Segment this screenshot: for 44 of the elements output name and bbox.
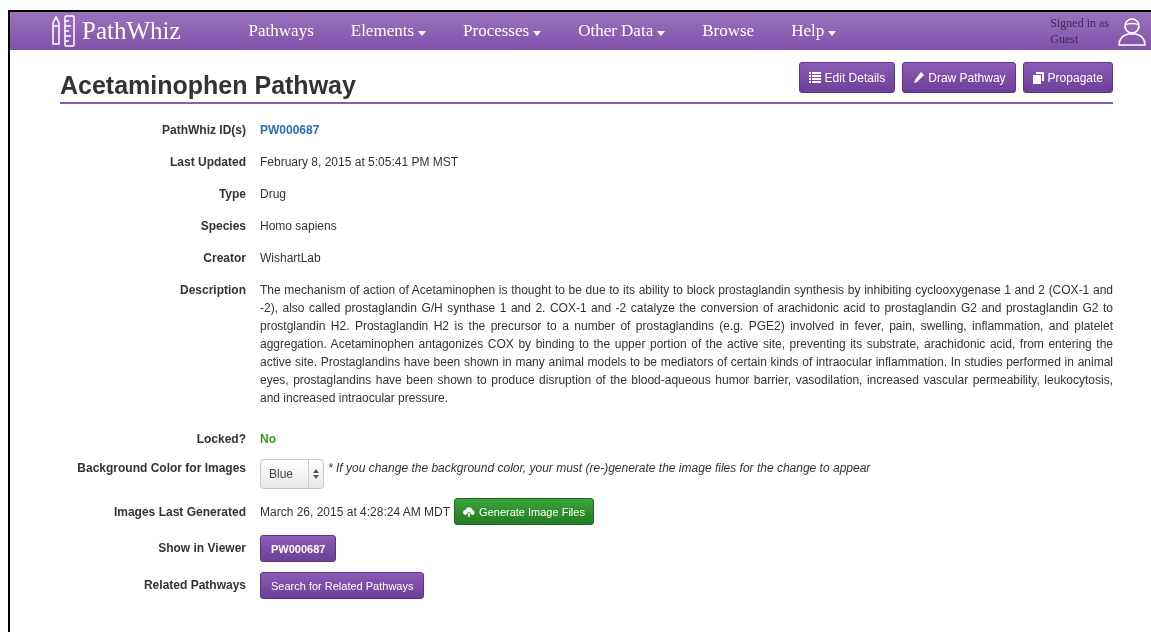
- color-select[interactable]: Blue: [260, 459, 324, 489]
- detail-label: Images Last Generated: [113, 504, 246, 521]
- locked-status: No: [260, 432, 276, 446]
- brand-name[interactable]: PathWhiz: [82, 12, 181, 50]
- action-button[interactable]: Edit Details: [798, 62, 896, 93]
- updown-arrow-icon: [313, 469, 319, 479]
- copy-icon: [1032, 71, 1044, 84]
- list-icon: [808, 72, 821, 83]
- nav-menu-item[interactable]: Help: [791, 18, 837, 44]
- user-name: Guest: [1050, 31, 1080, 47]
- pencil-icon: [912, 71, 925, 84]
- related-pathways-button[interactable]: Search for Related Pathways: [260, 572, 425, 599]
- pencil-ruler-icon: [50, 15, 78, 47]
- description-text: The mechanism of action of Acetaminophen is thought to be due to its ability to block prostaglandin synthesis by inhibiting cyclooxygenase 1 and 2 (COX-1 and -2), also called prostaglandin G/H synthase 1 and 2. COX-1 and -2 catalyze the conversion of arachidonic acid to prostaglandin G2 and prostaglandin G2 to prostglandin H2. Prostaglandin H2 is the precursor to a number of prostaglandins (e.g. PGE2) involved in fever, pain, swelling, inflammation, and platelet aggregation. Acetaminophen antagonizes COX by binding to the upper portion of the active site, preventing its substrate, arachidonic acid, from entering the active site. Prostaglandins have been shown in many animal models to be mediators of certain kinds of intraocular inflammation. In studies performed in animal eyes, prostaglandins have been shown to produce disruption of the blood-aqueous humor barrier, vasodilation, increased vascular permeability, leukocytosis, and increased intraocular pressure.: [260, 282, 1113, 407]
- detail-label: Description: [180, 283, 246, 297]
- detail-label: Show in Viewer: [158, 540, 246, 557]
- detail-value: February 8, 2015 at 5:05:41 PM MST: [260, 155, 459, 169]
- nav-menu-item[interactable]: Other Data: [578, 18, 666, 44]
- detail-value: WishartLab: [260, 251, 321, 265]
- detail-label: Related Pathways: [143, 577, 246, 594]
- user-icon[interactable]: [1117, 16, 1147, 46]
- detail-value: Homo sapiens: [260, 219, 337, 233]
- nav-menu-item[interactable]: Processes: [463, 18, 542, 44]
- page-title: Acetaminophen Pathway: [60, 70, 356, 100]
- color-note: * If you change the background color, your must (re-)generate the image files for the change to appear: [328, 460, 871, 477]
- detail-value: Drug: [260, 187, 286, 201]
- nav-menu-item[interactable]: Browse: [702, 18, 755, 44]
- detail-label: Last Updated: [170, 155, 246, 169]
- viewer-button[interactable]: PW000687: [260, 535, 337, 562]
- detail-label: Species: [200, 219, 246, 233]
- detail-label: Creator: [203, 251, 246, 265]
- detail-label: Locked?: [196, 432, 246, 446]
- nav-menu-item[interactable]: Elements: [350, 18, 427, 44]
- action-button[interactable]: Draw Pathway: [902, 62, 1016, 93]
- detail-label: Background Color for Images: [77, 460, 246, 477]
- signed-in-label: Signed in as: [1050, 15, 1109, 31]
- detail-label: PathWhiz ID(s): [162, 123, 246, 137]
- detail-label: Type: [218, 187, 246, 201]
- generated-date: March 26, 2015 at 4:28:24 AM MDT: [260, 503, 451, 521]
- cloud-upload-icon: [463, 506, 476, 517]
- nav-menu-item[interactable]: Pathways: [248, 18, 314, 44]
- action-button[interactable]: Propagate: [1022, 62, 1113, 93]
- pathway-id-link[interactable]: PW000687: [260, 123, 320, 137]
- generate-image-files-button[interactable]: Generate Image Files: [454, 498, 594, 525]
